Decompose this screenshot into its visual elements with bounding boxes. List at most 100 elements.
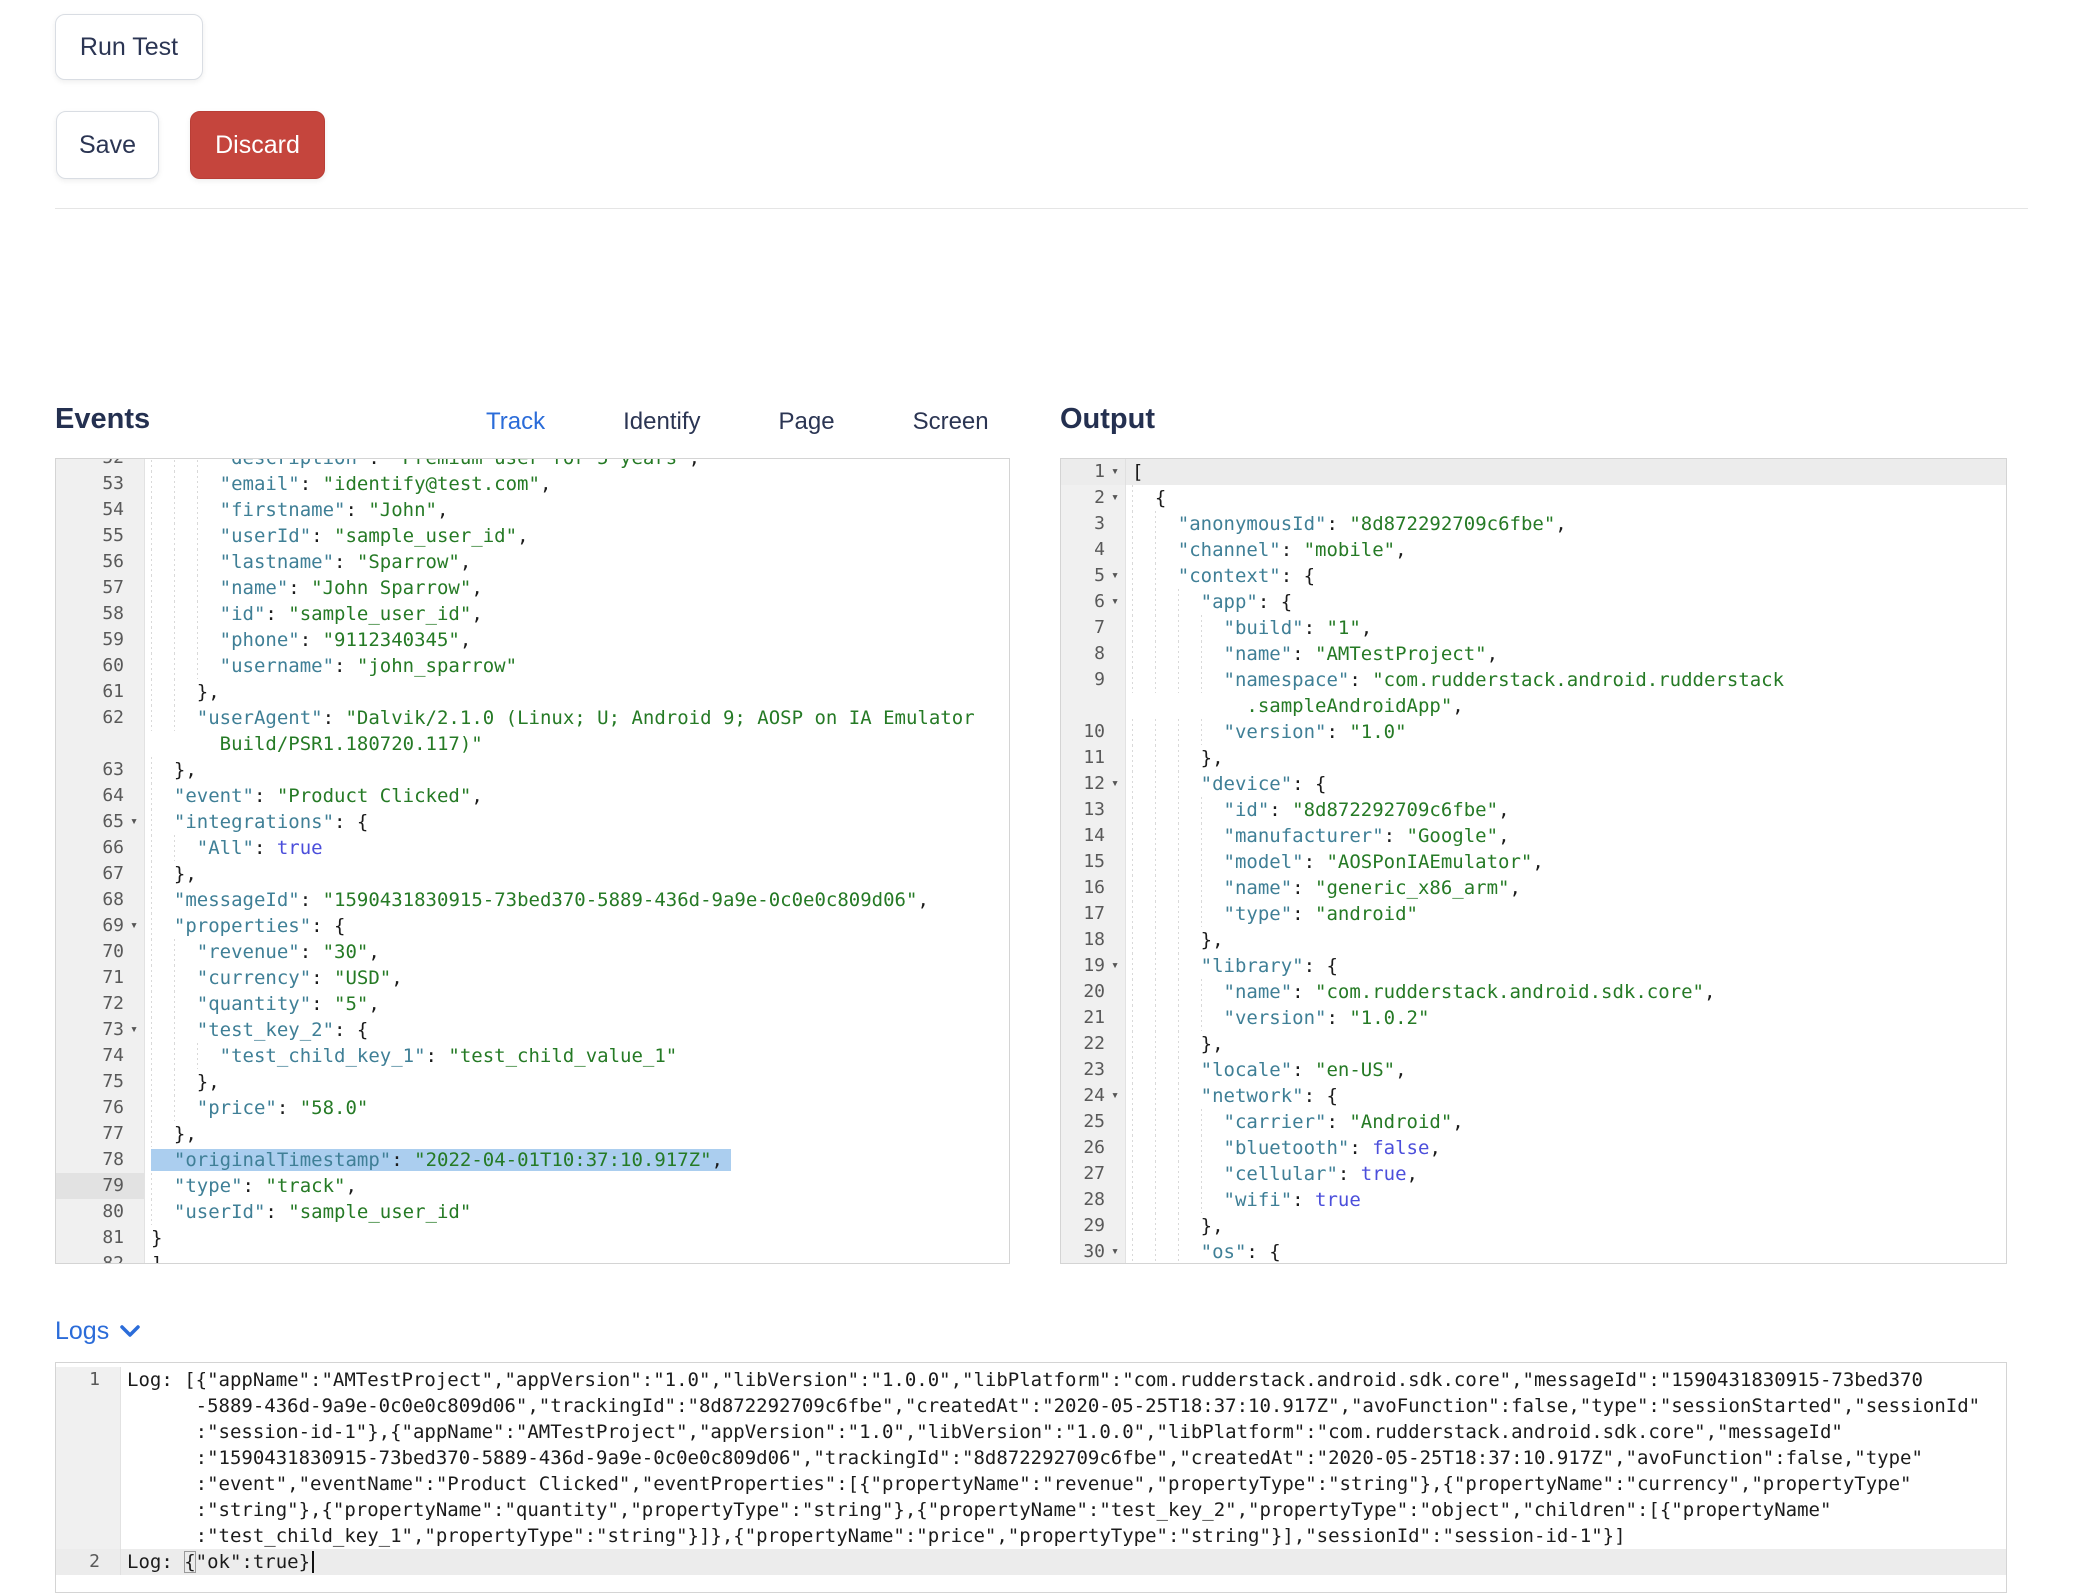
code-token: : [426,1045,449,1067]
fold-arrow-icon[interactable]: ▾ [124,809,144,835]
code-text: "bluetooth": false, [1126,1135,2006,1161]
fold-arrow-icon[interactable]: ▾ [1105,459,1125,485]
output-json-editor[interactable]: 1▾[2▾{3"anonymousId": "8d872292709c6fbe"… [1060,458,2007,1264]
fold-arrow-icon[interactable]: ▾ [1105,485,1125,511]
logs-editor[interactable]: 1Log: [{"appName":"AMTestProject","appVe… [55,1362,2007,1593]
editor-gutter: 7 [1061,615,1126,641]
json-key: "network" [1201,1085,1304,1107]
code-token: , [1704,981,1715,1003]
code-text: "name": "AMTestProject", [1126,641,2006,667]
tab-screen[interactable]: Screen [913,408,989,436]
code-text: "cellular": true, [1126,1161,2006,1187]
indent-guide [1132,745,1155,771]
fold-arrow-icon[interactable]: ▾ [1105,1239,1125,1264]
json-string: "Google" [1407,825,1499,847]
json-string: "test_child_value_1" [448,1045,677,1067]
fold-arrow-icon[interactable]: ▾ [124,913,144,939]
indent-guide [174,601,197,627]
indent-guide [1132,615,1155,641]
indent-guide [1201,1161,1224,1187]
tab-identify[interactable]: Identify [623,408,700,436]
indent-guide [1178,641,1201,667]
indent-guide [174,575,197,601]
json-key: "event" [174,785,254,807]
line-number: 14 [1061,823,1105,849]
line-number: 57 [56,575,124,601]
code-token: : [277,1097,300,1119]
tab-track[interactable]: Track [486,408,545,436]
toolbar-divider [55,208,2028,209]
code-line: 1Log: [{"appName":"AMTestProject","appVe… [56,1367,2006,1549]
indent-guide [1132,1187,1155,1213]
code-token: : [265,603,288,625]
code-token: :"string"},{"propertyName":"quantity","p… [127,1499,1831,1521]
fold-arrow-icon[interactable]: ▾ [1105,589,1125,615]
editor-gutter: 61 [56,679,145,705]
indent-guide [1178,1005,1201,1031]
save-button[interactable]: Save [56,111,159,179]
indent-guide [151,809,174,835]
fold-arrow-icon[interactable]: ▾ [1105,1083,1125,1109]
line-number: 61 [56,679,124,705]
fold-arrow-icon[interactable]: ▾ [1105,563,1125,589]
fold-arrow-icon[interactable]: ▾ [124,1017,144,1043]
json-key: "build" [1224,617,1304,639]
editor-gutter: 29 [1061,1213,1126,1239]
tab-page[interactable]: Page [779,408,835,436]
json-string: "8d872292709c6fbe" [1292,799,1498,821]
code-line: 8"name": "AMTestProject", [1061,641,2006,667]
line-number: 7 [1061,615,1105,641]
indent-guide [151,497,174,523]
editor-gutter: 28 [1061,1187,1126,1213]
editor-gutter: 16 [1061,875,1126,901]
indent-guide [1155,1239,1178,1264]
editor-gutter: 1▾ [1061,459,1126,485]
code-line: 25"carrier": "Android", [1061,1109,2006,1135]
discard-button[interactable]: Discard [190,111,325,179]
indent-guide [1178,979,1201,1005]
indent-guide [1178,1161,1201,1187]
code-line: 22}, [1061,1031,2006,1057]
code-token: }, [1201,929,1224,951]
run-test-button[interactable]: Run Test [55,14,203,80]
code-token: : { [1304,1085,1338,1107]
indent-guide [1155,979,1178,1005]
code-text: "userId": "sample_user_id", [145,523,1009,549]
indent-guide [1201,979,1224,1005]
code-line: 28"wifi": true [1061,1187,2006,1213]
indent-guide [151,1121,174,1147]
code-line: 16"name": "generic_x86_arm", [1061,875,2006,901]
line-number: 1 [1061,459,1105,485]
fold-arrow-icon[interactable]: ▾ [1105,953,1125,979]
code-token: , [1395,1059,1406,1081]
code-text: }, [145,861,1009,887]
indent-guide [1201,667,1224,693]
editor-gutter: 56 [56,549,145,575]
fold-arrow-icon[interactable]: ▾ [1105,771,1125,797]
json-string: "John Sparrow" [311,577,471,599]
editor-gutter: 59 [56,627,145,653]
editor-gutter: 57 [56,575,145,601]
indent-guide [1201,641,1224,667]
indent-guide [1132,563,1155,589]
logs-toggle[interactable]: Logs [55,1317,141,1346]
indent-guide [1132,589,1155,615]
code-token: , [368,941,379,963]
json-string: "mobile" [1304,539,1396,561]
line-number: 69 [56,913,124,939]
code-token: : [300,473,323,495]
events-json-editor[interactable]: 52"description": "Premium user for 5 yea… [55,458,1010,1264]
json-atom: true [1315,1189,1361,1211]
code-text: "version": "1.0.2" [1126,1005,2006,1031]
line-number: 2 [1061,485,1105,511]
code-line: 19▾"library": { [1061,953,2006,979]
line-number: 29 [1061,1213,1105,1239]
code-token [151,1149,174,1171]
code-line: 3"anonymousId": "8d872292709c6fbe", [1061,511,2006,537]
indent-guide [151,783,174,809]
line-number: 18 [1061,927,1105,953]
line-number: 1 [56,1367,100,1393]
json-string: "2022-04-01T10:37:10.917Z" [414,1149,711,1171]
code-line: 54"firstname": "John", [56,497,1009,523]
line-number: 22 [1061,1031,1105,1057]
